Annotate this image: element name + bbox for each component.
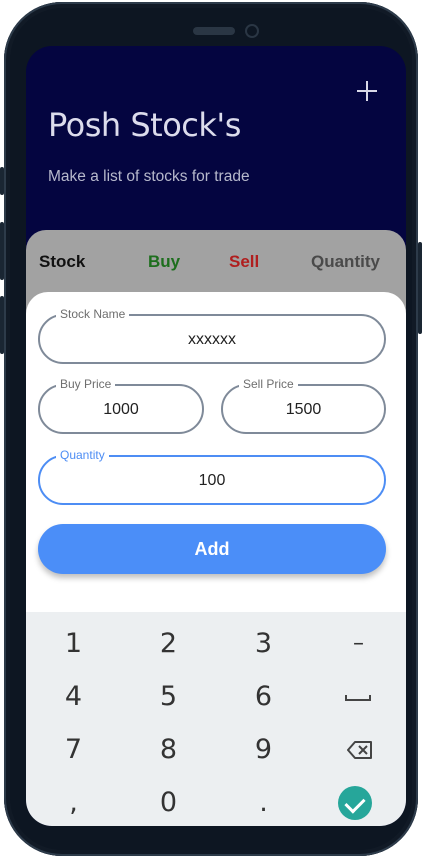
add-stock-sheet: Stock Name xxxxxx Buy Price 1000 Sell Pr… — [26, 292, 406, 622]
phone-frame: Posh Stock's Make a list of stocks for t… — [0, 2, 422, 856]
space-key[interactable] — [311, 671, 406, 723]
buy-price-value: 1000 — [103, 401, 139, 418]
mute-switch — [0, 167, 4, 195]
stock-name-field[interactable]: Stock Name xxxxxx — [38, 307, 386, 364]
plus-icon[interactable] — [354, 78, 380, 104]
column-sell: Sell — [229, 252, 260, 271]
key-5[interactable]: 5 — [121, 671, 216, 723]
key-2[interactable]: 2 — [121, 618, 216, 670]
column-stock: Stock — [39, 252, 86, 271]
key-0[interactable]: 0 — [121, 777, 216, 826]
front-camera — [245, 24, 259, 38]
stock-name-value: xxxxxx — [188, 331, 236, 348]
screen: Posh Stock's Make a list of stocks for t… — [26, 46, 406, 826]
page-title: Posh Stock's — [48, 106, 241, 144]
sell-price-value: 1500 — [285, 401, 322, 418]
check-icon[interactable] — [338, 786, 372, 820]
backspace-key[interactable] — [311, 724, 406, 776]
key-6[interactable]: 6 — [216, 671, 311, 723]
volume-down-button — [0, 296, 4, 354]
key-comma[interactable]: , — [26, 777, 121, 826]
key-4[interactable]: 4 — [26, 671, 121, 723]
key-1[interactable]: 1 — [26, 618, 121, 670]
power-button — [418, 242, 422, 334]
buy-price-field[interactable]: Buy Price 1000 — [38, 377, 204, 434]
add-button[interactable]: Add — [38, 524, 386, 574]
column-quantity: Quantity — [311, 252, 380, 271]
key-3[interactable]: 3 — [216, 618, 311, 670]
backspace-icon — [347, 741, 372, 759]
quantity-label: Quantity — [56, 448, 109, 462]
speaker — [193, 27, 235, 35]
column-buy: Buy — [148, 252, 181, 271]
key-period[interactable]: . — [216, 777, 311, 826]
sell-price-field[interactable]: Sell Price 1500 — [221, 377, 386, 434]
key-8[interactable]: 8 — [121, 724, 216, 776]
quantity-field[interactable]: Quantity 100 — [38, 448, 386, 505]
space-icon — [345, 695, 371, 701]
buy-price-label: Buy Price — [56, 377, 116, 391]
numeric-keyboard: 1 2 3 – 4 5 6 7 8 9 , 0 . — [26, 612, 406, 826]
page-subtitle: Make a list of stocks for trade — [48, 168, 250, 185]
key-minus[interactable]: – — [311, 618, 406, 670]
key-7[interactable]: 7 — [26, 724, 121, 776]
volume-up-button — [0, 222, 4, 280]
quantity-value: 100 — [198, 472, 226, 489]
stock-name-label: Stock Name — [56, 307, 130, 321]
sell-price-label: Sell Price — [239, 377, 298, 391]
key-9[interactable]: 9 — [216, 724, 311, 776]
